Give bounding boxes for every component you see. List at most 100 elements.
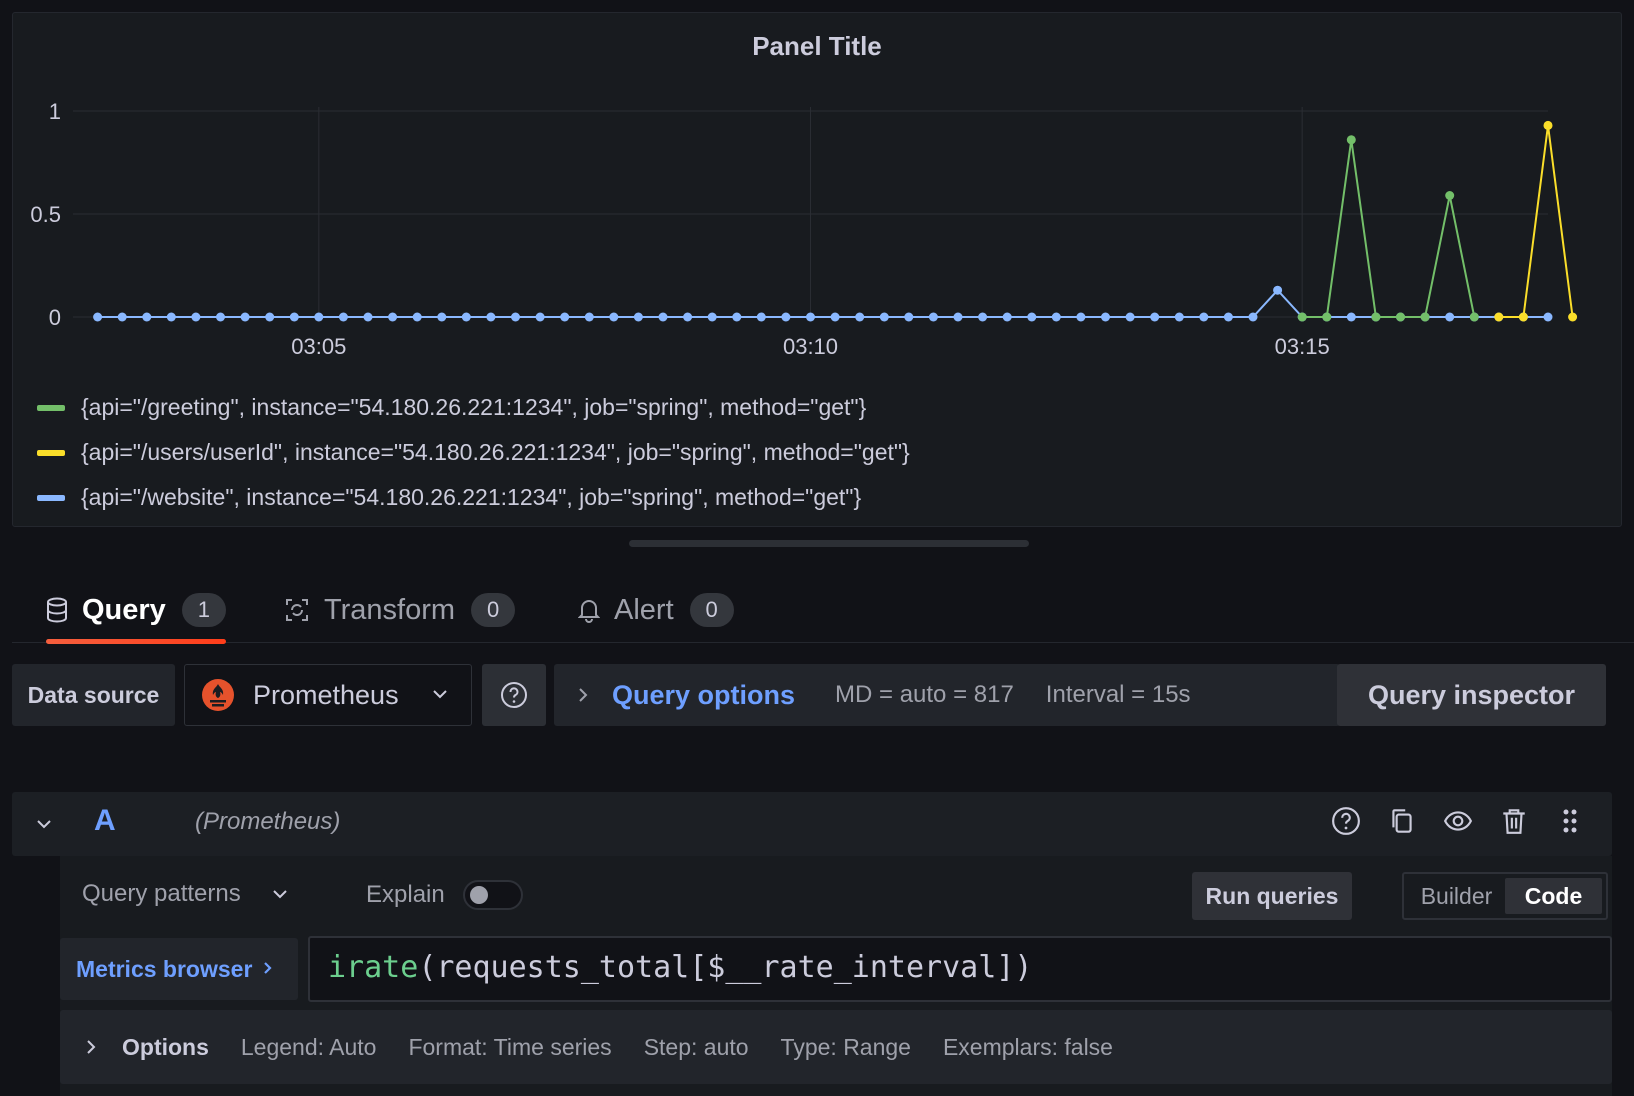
data-point	[1150, 312, 1160, 322]
bell-icon	[578, 600, 600, 623]
x-tick-label: 03:10	[783, 334, 838, 359]
copy-icon	[1392, 809, 1412, 833]
prometheus-logo-icon	[202, 679, 234, 711]
max-data-points-info: MD = auto = 817	[835, 681, 1014, 708]
tab-label: Query	[82, 593, 166, 626]
duplicate-button[interactable]	[1374, 806, 1430, 836]
data-point	[781, 312, 791, 322]
data-point	[560, 312, 570, 322]
promql-query-input[interactable]: irate(requests_total[$__rate_interval])	[308, 936, 1612, 1002]
trash-icon	[1503, 809, 1525, 834]
data-point	[707, 312, 717, 322]
series-line	[1498, 125, 1574, 318]
tab-query[interactable]: Query 1	[46, 578, 226, 644]
run-queries-button[interactable]: Run queries	[1192, 872, 1352, 920]
legend-item[interactable]: {api="/users/userId", instance="54.180.2…	[37, 430, 910, 475]
data-point	[978, 312, 988, 322]
drag-handle[interactable]	[1542, 806, 1598, 836]
data-point	[1346, 135, 1356, 145]
data-point	[855, 312, 865, 322]
data-point	[1223, 312, 1233, 322]
data-point	[683, 312, 693, 322]
query-options-toggle[interactable]: Query options MD = auto = 817 Interval =…	[554, 664, 1340, 726]
tab-label: Alert	[614, 593, 674, 626]
data-point	[437, 312, 447, 322]
data-point	[1445, 191, 1455, 200]
drag-dots-icon	[1563, 809, 1577, 833]
tab-alert[interactable]: Alert 0	[578, 578, 734, 642]
legend-swatch	[37, 404, 65, 411]
chevron-right-icon	[87, 1040, 96, 1054]
data-point	[511, 312, 520, 322]
datasource-name: Prometheus	[253, 679, 399, 710]
data-point	[1273, 285, 1283, 295]
option-legend: Legend: Auto	[240, 1033, 377, 1060]
option-exemplars: Exemplars: false	[942, 1033, 1113, 1060]
explain-toggle[interactable]	[462, 880, 523, 910]
tab-count-badge: 1	[181, 593, 226, 627]
legend-item[interactable]: {api="/greeting", instance="54.180.26.22…	[37, 385, 910, 430]
metrics-browser-button[interactable]: Metrics browser	[60, 938, 298, 1000]
datasource-help-button[interactable]	[482, 664, 546, 726]
query-expression: (requests_total[$__rate_interval])	[418, 950, 1033, 985]
data-point	[93, 312, 103, 322]
data-point	[658, 312, 668, 322]
query-function: irate	[328, 950, 419, 985]
datasource-row: Data source Prometheus Query options MD …	[12, 664, 1606, 728]
data-point	[830, 312, 840, 322]
legend-label: {api="/greeting", instance="54.180.26.22…	[81, 394, 867, 420]
editor-tabs: Query 1 Transform 0 Alert 0	[12, 578, 1634, 644]
data-point	[1297, 312, 1307, 322]
panel-resize-handle[interactable]	[629, 540, 1029, 547]
data-point	[191, 312, 201, 322]
data-point	[1051, 312, 1061, 322]
data-point	[904, 312, 914, 322]
data-point	[388, 312, 398, 322]
query-inspector-button[interactable]: Query inspector	[1337, 664, 1606, 726]
toggle-visibility-button[interactable]	[1430, 806, 1486, 836]
data-point	[1346, 312, 1356, 322]
data-point	[461, 312, 471, 322]
legend-label: {api="/website", instance="54.180.26.221…	[81, 484, 862, 510]
data-point	[609, 312, 619, 322]
data-point	[1469, 312, 1479, 322]
timeseries-chart: 0 0.5 1 03:05 03:10 03:15	[30, 99, 1578, 359]
data-point	[633, 312, 643, 322]
tab-count-badge: 0	[471, 593, 516, 627]
data-point	[486, 312, 496, 322]
datasource-picker[interactable]: Prometheus	[184, 664, 472, 726]
option-format: Format: Time series	[408, 1033, 612, 1060]
data-point	[1101, 312, 1110, 322]
chevron-down-icon	[433, 690, 447, 699]
legend-item[interactable]: {api="/website", instance="54.180.26.221…	[37, 475, 910, 520]
help-button[interactable]	[1318, 806, 1374, 836]
data-point	[879, 312, 889, 322]
query-row-actions	[1318, 806, 1598, 836]
delete-button[interactable]	[1486, 806, 1542, 836]
chevron-down-icon[interactable]	[34, 814, 54, 834]
mode-code[interactable]: Code	[1505, 878, 1602, 914]
legend-swatch	[37, 449, 65, 456]
tab-label: Transform	[324, 593, 456, 626]
data-point	[1002, 312, 1012, 322]
series-line	[1302, 139, 1476, 318]
chevron-right-icon	[262, 956, 274, 983]
data-point	[1445, 312, 1455, 322]
query-options-row[interactable]: Options Legend: Auto Format: Time series…	[60, 1010, 1612, 1084]
mode-builder[interactable]: Builder	[1408, 878, 1505, 914]
option-type: Type: Range	[780, 1033, 911, 1060]
query-patterns-dropdown[interactable]: Query patterns	[82, 880, 289, 908]
tab-transform[interactable]: Transform 0	[284, 578, 516, 642]
query-editor: Query patterns Explain Run queries Build…	[60, 856, 1612, 1096]
query-ref-id[interactable]: A	[94, 804, 116, 838]
y-tick-label: 1	[49, 99, 61, 124]
y-tick-label: 0.5	[30, 202, 61, 227]
data-point	[240, 312, 250, 322]
explain-control: Explain	[366, 880, 523, 910]
data-point	[1568, 312, 1578, 322]
data-point	[1371, 312, 1381, 322]
transform-icon	[286, 599, 308, 621]
data-point	[412, 312, 422, 322]
x-tick-label: 03:15	[1275, 334, 1330, 359]
query-patterns-label: Query patterns	[82, 880, 241, 907]
